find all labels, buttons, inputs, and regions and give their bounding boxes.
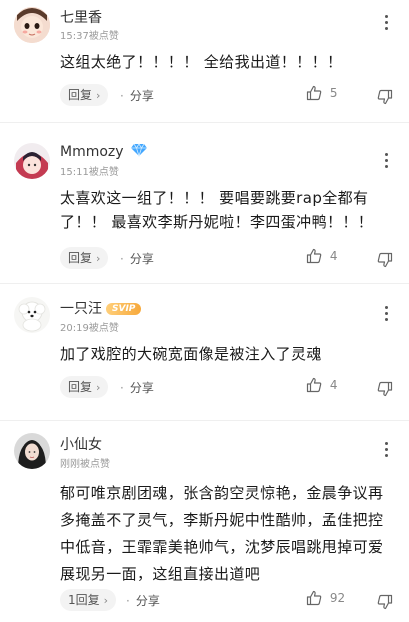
chevron-right-icon: › bbox=[96, 252, 101, 265]
like-time: 15:37被点赞 bbox=[60, 31, 119, 42]
svip-badge: SVIP bbox=[106, 303, 142, 315]
like-button[interactable]: 4 bbox=[306, 377, 337, 393]
share-button[interactable]: · 分享 bbox=[120, 379, 154, 396]
more-vertical-icon[interactable] bbox=[383, 442, 389, 460]
separator-dot: · bbox=[126, 594, 130, 608]
share-button[interactable]: · 分享 bbox=[120, 87, 154, 104]
avatar[interactable] bbox=[14, 143, 50, 179]
more-vertical-icon[interactable] bbox=[383, 15, 389, 33]
username[interactable]: 一只汪 SVIP bbox=[60, 298, 142, 318]
comment-text: 太喜欢这一组了！！！ 要唱要跳要rap全都有了！！ 最喜欢李斯丹妮啦！李四蛋冲鸭… bbox=[60, 189, 374, 231]
thumbs-down-icon bbox=[377, 381, 393, 396]
separator-dot: · bbox=[120, 252, 124, 266]
thumbs-down-icon bbox=[377, 89, 393, 104]
avatar[interactable] bbox=[14, 297, 50, 333]
share-label: 分享 bbox=[129, 252, 154, 266]
comment-text: 加了戏腔的大碗宽面像是被注入了灵魂 bbox=[60, 345, 322, 363]
comment-item: Mmmozy 15:11被点赞 太喜欢这一组了！！！ 要唱要跳要rap全都有了！… bbox=[0, 123, 409, 283]
comment-item: 七里香 15:37被点赞 这组太绝了！！！！ 全给我出道！！！！ 回复 › · 分享… bbox=[0, 0, 409, 122]
like-button[interactable]: 5 bbox=[306, 85, 337, 101]
reply-button[interactable]: 1回复 › bbox=[60, 589, 117, 611]
avatar[interactable] bbox=[14, 7, 50, 43]
reply-label: 回复 bbox=[68, 380, 93, 394]
username[interactable]: 小仙女 bbox=[60, 434, 102, 454]
reply-button[interactable]: 回复 › bbox=[60, 247, 109, 269]
thumbs-up-icon bbox=[306, 248, 322, 264]
more-vertical-icon[interactable] bbox=[383, 306, 389, 324]
username[interactable]: Mmmozy bbox=[60, 143, 148, 160]
like-count: 92 bbox=[329, 590, 346, 605]
like-time: 20:19被点赞 bbox=[60, 323, 119, 334]
thumbs-down-icon bbox=[377, 252, 393, 267]
reply-label: 回复 bbox=[68, 88, 93, 102]
thumbs-up-icon bbox=[306, 377, 322, 393]
share-button[interactable]: · 分享 bbox=[126, 592, 160, 609]
like-count: 4 bbox=[329, 248, 338, 263]
more-vertical-icon[interactable] bbox=[383, 153, 389, 171]
username[interactable]: 七里香 bbox=[60, 7, 102, 27]
chevron-right-icon: › bbox=[96, 381, 101, 394]
username-text: Mmmozy bbox=[60, 144, 124, 160]
dislike-button[interactable] bbox=[377, 86, 393, 105]
like-time: 刚刚被点赞 bbox=[60, 459, 110, 470]
reply-label: 1回复 bbox=[68, 593, 100, 607]
share-label: 分享 bbox=[129, 89, 154, 103]
like-button[interactable]: 4 bbox=[306, 248, 337, 264]
dislike-button[interactable] bbox=[377, 591, 393, 610]
diamond-badge-icon bbox=[131, 143, 148, 158]
dislike-button[interactable] bbox=[377, 249, 393, 268]
like-count: 4 bbox=[329, 377, 338, 392]
dislike-button[interactable] bbox=[377, 378, 393, 397]
like-count: 5 bbox=[329, 85, 338, 100]
thumbs-up-icon bbox=[306, 590, 322, 606]
comment-text: 这组太绝了！！！！ 全给我出道！！！！ bbox=[60, 53, 343, 71]
comment-text: 郁可唯京剧团魂，张含韵空灵惊艳，金晨争议再多掩盖不了灵气，李斯丹妮中性酷帅，孟佳… bbox=[60, 484, 384, 583]
reply-button[interactable]: 回复 › bbox=[60, 376, 109, 398]
share-button[interactable]: · 分享 bbox=[120, 250, 154, 267]
thumbs-down-icon bbox=[377, 594, 393, 609]
share-label: 分享 bbox=[135, 594, 160, 608]
thumbs-up-icon bbox=[306, 85, 322, 101]
reply-button[interactable]: 回复 › bbox=[60, 84, 109, 106]
username-text: 一只汪 bbox=[60, 301, 102, 317]
reply-label: 回复 bbox=[68, 251, 93, 265]
like-time: 15:11被点赞 bbox=[60, 167, 119, 178]
separator-dot: · bbox=[120, 89, 124, 103]
avatar[interactable] bbox=[14, 433, 50, 469]
like-button[interactable]: 92 bbox=[306, 590, 345, 606]
chevron-right-icon: › bbox=[96, 89, 101, 102]
separator-dot: · bbox=[120, 381, 124, 395]
share-label: 分享 bbox=[129, 381, 154, 395]
comment-item: 小仙女 刚刚被点赞 郁可唯京剧团魂，张含韵空灵惊艳，金晨争议再多掩盖不了灵气，李… bbox=[0, 421, 409, 622]
chevron-right-icon: › bbox=[103, 594, 109, 607]
comment-item: 一只汪 SVIP 20:19被点赞 加了戏腔的大碗宽面像是被注入了灵魂 回复 › ·… bbox=[0, 284, 409, 420]
